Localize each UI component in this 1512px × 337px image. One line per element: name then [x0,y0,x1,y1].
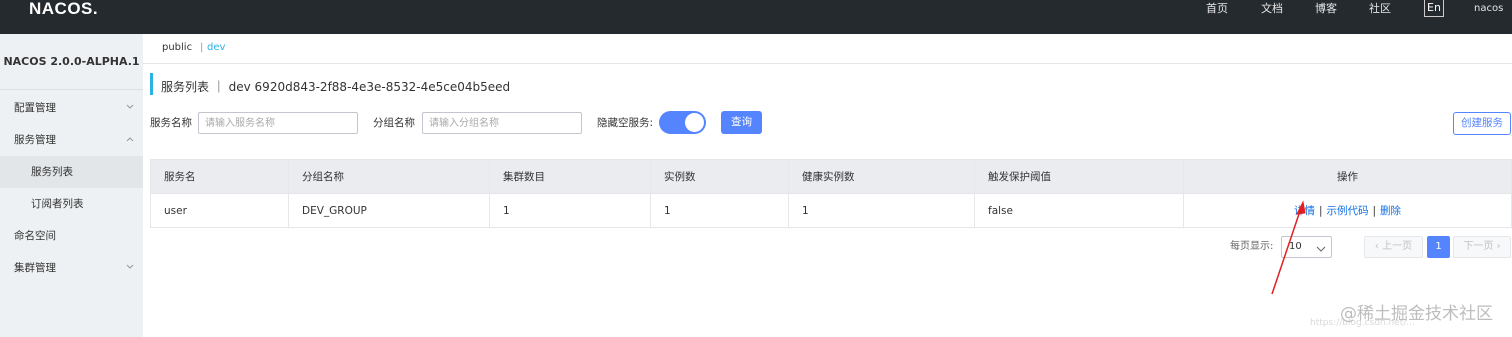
op-separator: | [1318,205,1323,217]
sidebar-item-label: 服务列表 [31,166,73,178]
sidebar-item-config-management[interactable]: 配置管理 [0,92,143,124]
per-page-value: 10 [1289,241,1302,252]
cell-group-name: DEV_GROUP [288,193,490,228]
column-header: 分组名称 [288,159,490,194]
group-name-label: 分组名称 [373,117,415,129]
namespace-dev-link[interactable]: dev [207,34,225,62]
prev-page-label: 上一页 [1382,241,1413,252]
sidebar-item-label: 配置管理 [14,102,56,114]
group-name-input[interactable] [422,112,582,134]
column-header: 集群数目 [489,159,651,194]
op-separator: | [1372,205,1377,217]
sidebar-item-label: 服务管理 [14,134,56,146]
cell-protect-threshold: false [974,193,1184,228]
title-accent-bar [150,73,153,95]
create-service-button[interactable]: 创建服务 [1453,112,1511,135]
service-table: 服务名 分组名称 集群数目 实例数 健康实例数 触发保护阈值 操作 user D… [150,159,1512,228]
nav-docs[interactable]: 文档 [1261,0,1283,18]
cell-instance-count: 1 [650,193,789,228]
chevron-down-icon [1316,243,1326,256]
sample-code-link[interactable]: 示例代码 [1327,205,1369,217]
cell-operations: 详情 | 示例代码 | 删除 [1183,193,1512,228]
hide-empty-toggle[interactable] [659,111,706,134]
current-page-button[interactable]: 1 [1427,236,1450,258]
sidebar-item-label: 订阅者列表 [31,198,84,210]
language-switch-button[interactable]: En [1424,0,1444,17]
column-header: 服务名 [150,159,289,194]
chevron-down-icon [126,252,134,284]
query-button[interactable]: 查询 [721,111,762,134]
table-row: user DEV_GROUP 1 1 1 false 详情 | 示例代码 | 删除 [150,193,1512,228]
next-page-label: 下一页 [1463,241,1494,252]
user-name[interactable]: nacos [1474,0,1503,18]
sidebar-item-label: 命名空间 [14,230,56,242]
nav-blog[interactable]: 博客 [1315,0,1337,18]
cell-service-name: user [150,193,289,228]
chevron-down-icon [126,92,134,124]
per-page-select[interactable]: 10 [1281,236,1332,258]
per-page-label: 每页显示: [1230,241,1274,252]
prev-page-button[interactable]: ‹ 上一页 [1364,236,1423,258]
nav-home[interactable]: 首页 [1206,0,1228,18]
sidebar-item-service-list[interactable]: 服务列表 [0,156,143,188]
sidebar-item-namespace[interactable]: 命名空间 [0,220,143,252]
namespace-bar: public | dev [143,34,1512,64]
next-page-button[interactable]: 下一页 › [1453,236,1511,258]
chevron-right-icon: › [1493,241,1501,252]
chevron-up-icon [126,124,134,156]
nav-community[interactable]: 社区 [1369,0,1391,18]
detail-link[interactable]: 详情 [1294,205,1315,217]
top-navbar: NACOS. 首页 文档 博客 社区 En nacos [0,0,1512,34]
cell-cluster-count: 1 [489,193,651,228]
column-header: 触发保护阈值 [974,159,1184,194]
sidebar-item-service-management[interactable]: 服务管理 [0,124,143,156]
namespace-separator: | [200,42,204,53]
sidebar: NACOS 2.0.0-ALPHA.1 配置管理 服务管理 服务列表 订阅者列表… [0,34,143,337]
watermark: @稀土掘金技术社区 [1340,304,1493,324]
page-title: 服务列表 ｜ dev 6920d843-2f88-4e3e-8532-4e5ce… [161,80,511,94]
service-name-label: 服务名称 [150,117,192,129]
delete-link[interactable]: 删除 [1380,205,1401,217]
column-header: 健康实例数 [788,159,975,194]
toggle-knob [685,113,704,132]
hide-empty-label: 隐藏空服务: [597,117,654,129]
sidebar-item-cluster-management[interactable]: 集群管理 [0,252,143,284]
service-name-input[interactable] [198,112,358,134]
sidebar-item-subscriber-list[interactable]: 订阅者列表 [0,188,143,220]
namespace-public-link[interactable]: public [162,34,192,62]
column-header: 实例数 [650,159,789,194]
table-header-row: 服务名 分组名称 集群数目 实例数 健康实例数 触发保护阈值 操作 [150,159,1512,194]
sidebar-version-title: NACOS 2.0.0-ALPHA.1 [0,34,143,90]
sidebar-item-label: 集群管理 [14,262,56,274]
cell-healthy-count: 1 [788,193,975,228]
column-header: 操作 [1183,159,1512,194]
nacos-logo[interactable]: NACOS. [29,0,98,18]
